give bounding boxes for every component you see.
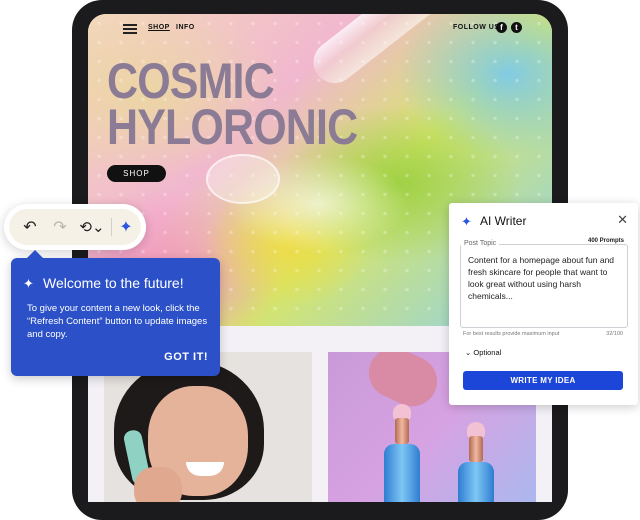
ai-writer-panel: ✦ AI Writer ✕ 400 Prompts Content for a … xyxy=(449,203,638,405)
toolbar-group: ↶ ↷ ⟲⌄ ✦ xyxy=(9,209,141,245)
ai-sparkle-icon[interactable]: ✦ xyxy=(113,209,139,245)
dropper-cap xyxy=(395,418,409,444)
hero-title-line-1: COSMIC xyxy=(107,53,275,109)
serum-bottle xyxy=(458,462,494,502)
follow-us-label: FOLLOW US xyxy=(453,24,500,31)
nav-info-link[interactable]: INFO xyxy=(176,24,195,31)
sparkle-icon: ✦ xyxy=(23,276,34,291)
history-icon[interactable]: ⟲⌄ xyxy=(75,209,109,245)
input-hint: For best results provide maximum input xyxy=(463,331,560,337)
sparkle-icon: ✦ xyxy=(461,214,472,229)
write-my-idea-button[interactable]: WRITE MY IDEA xyxy=(463,371,623,390)
welcome-tooltip: ✦ Welcome to the future! To give your co… xyxy=(11,250,220,376)
dropper-cap xyxy=(469,436,483,462)
undo-icon[interactable]: ↶ xyxy=(17,209,43,245)
hero-shop-button[interactable]: SHOP xyxy=(107,165,166,182)
site-nav: SHOP INFO FOLLOW US f t xyxy=(88,14,552,44)
post-topic-label: Post Topic xyxy=(461,240,500,247)
serum-bottle xyxy=(384,444,420,502)
model-hand xyxy=(134,467,182,502)
nav-shop-link[interactable]: SHOP xyxy=(148,24,170,31)
welcome-body: To give your content a new look, click t… xyxy=(27,303,208,340)
serum-drop-image xyxy=(206,154,280,204)
editor-toolbar: ↶ ↷ ⟲⌄ ✦ xyxy=(4,204,146,250)
redo-icon[interactable]: ↷ xyxy=(47,209,73,245)
ai-writer-title: AI Writer xyxy=(480,214,527,228)
optional-toggle[interactable]: ⌄ Optional xyxy=(465,348,501,357)
toolbar-divider xyxy=(111,218,112,236)
close-icon[interactable]: ✕ xyxy=(617,212,628,228)
post-topic-value[interactable]: Content for a homepage about fun and fre… xyxy=(468,254,620,302)
twitter-icon[interactable]: t xyxy=(511,22,522,33)
post-topic-field[interactable]: Content for a homepage about fun and fre… xyxy=(460,244,628,328)
facebook-icon[interactable]: f xyxy=(496,22,507,33)
menu-icon[interactable] xyxy=(123,24,137,34)
hero-title: COSMIC HYLORONIC xyxy=(107,53,358,155)
hero-title-line-2: HYLORONIC xyxy=(107,99,358,155)
welcome-title: Welcome to the future! xyxy=(43,275,184,291)
got-it-button[interactable]: GOT IT! xyxy=(164,351,208,363)
character-count: 32/100 xyxy=(606,331,623,337)
